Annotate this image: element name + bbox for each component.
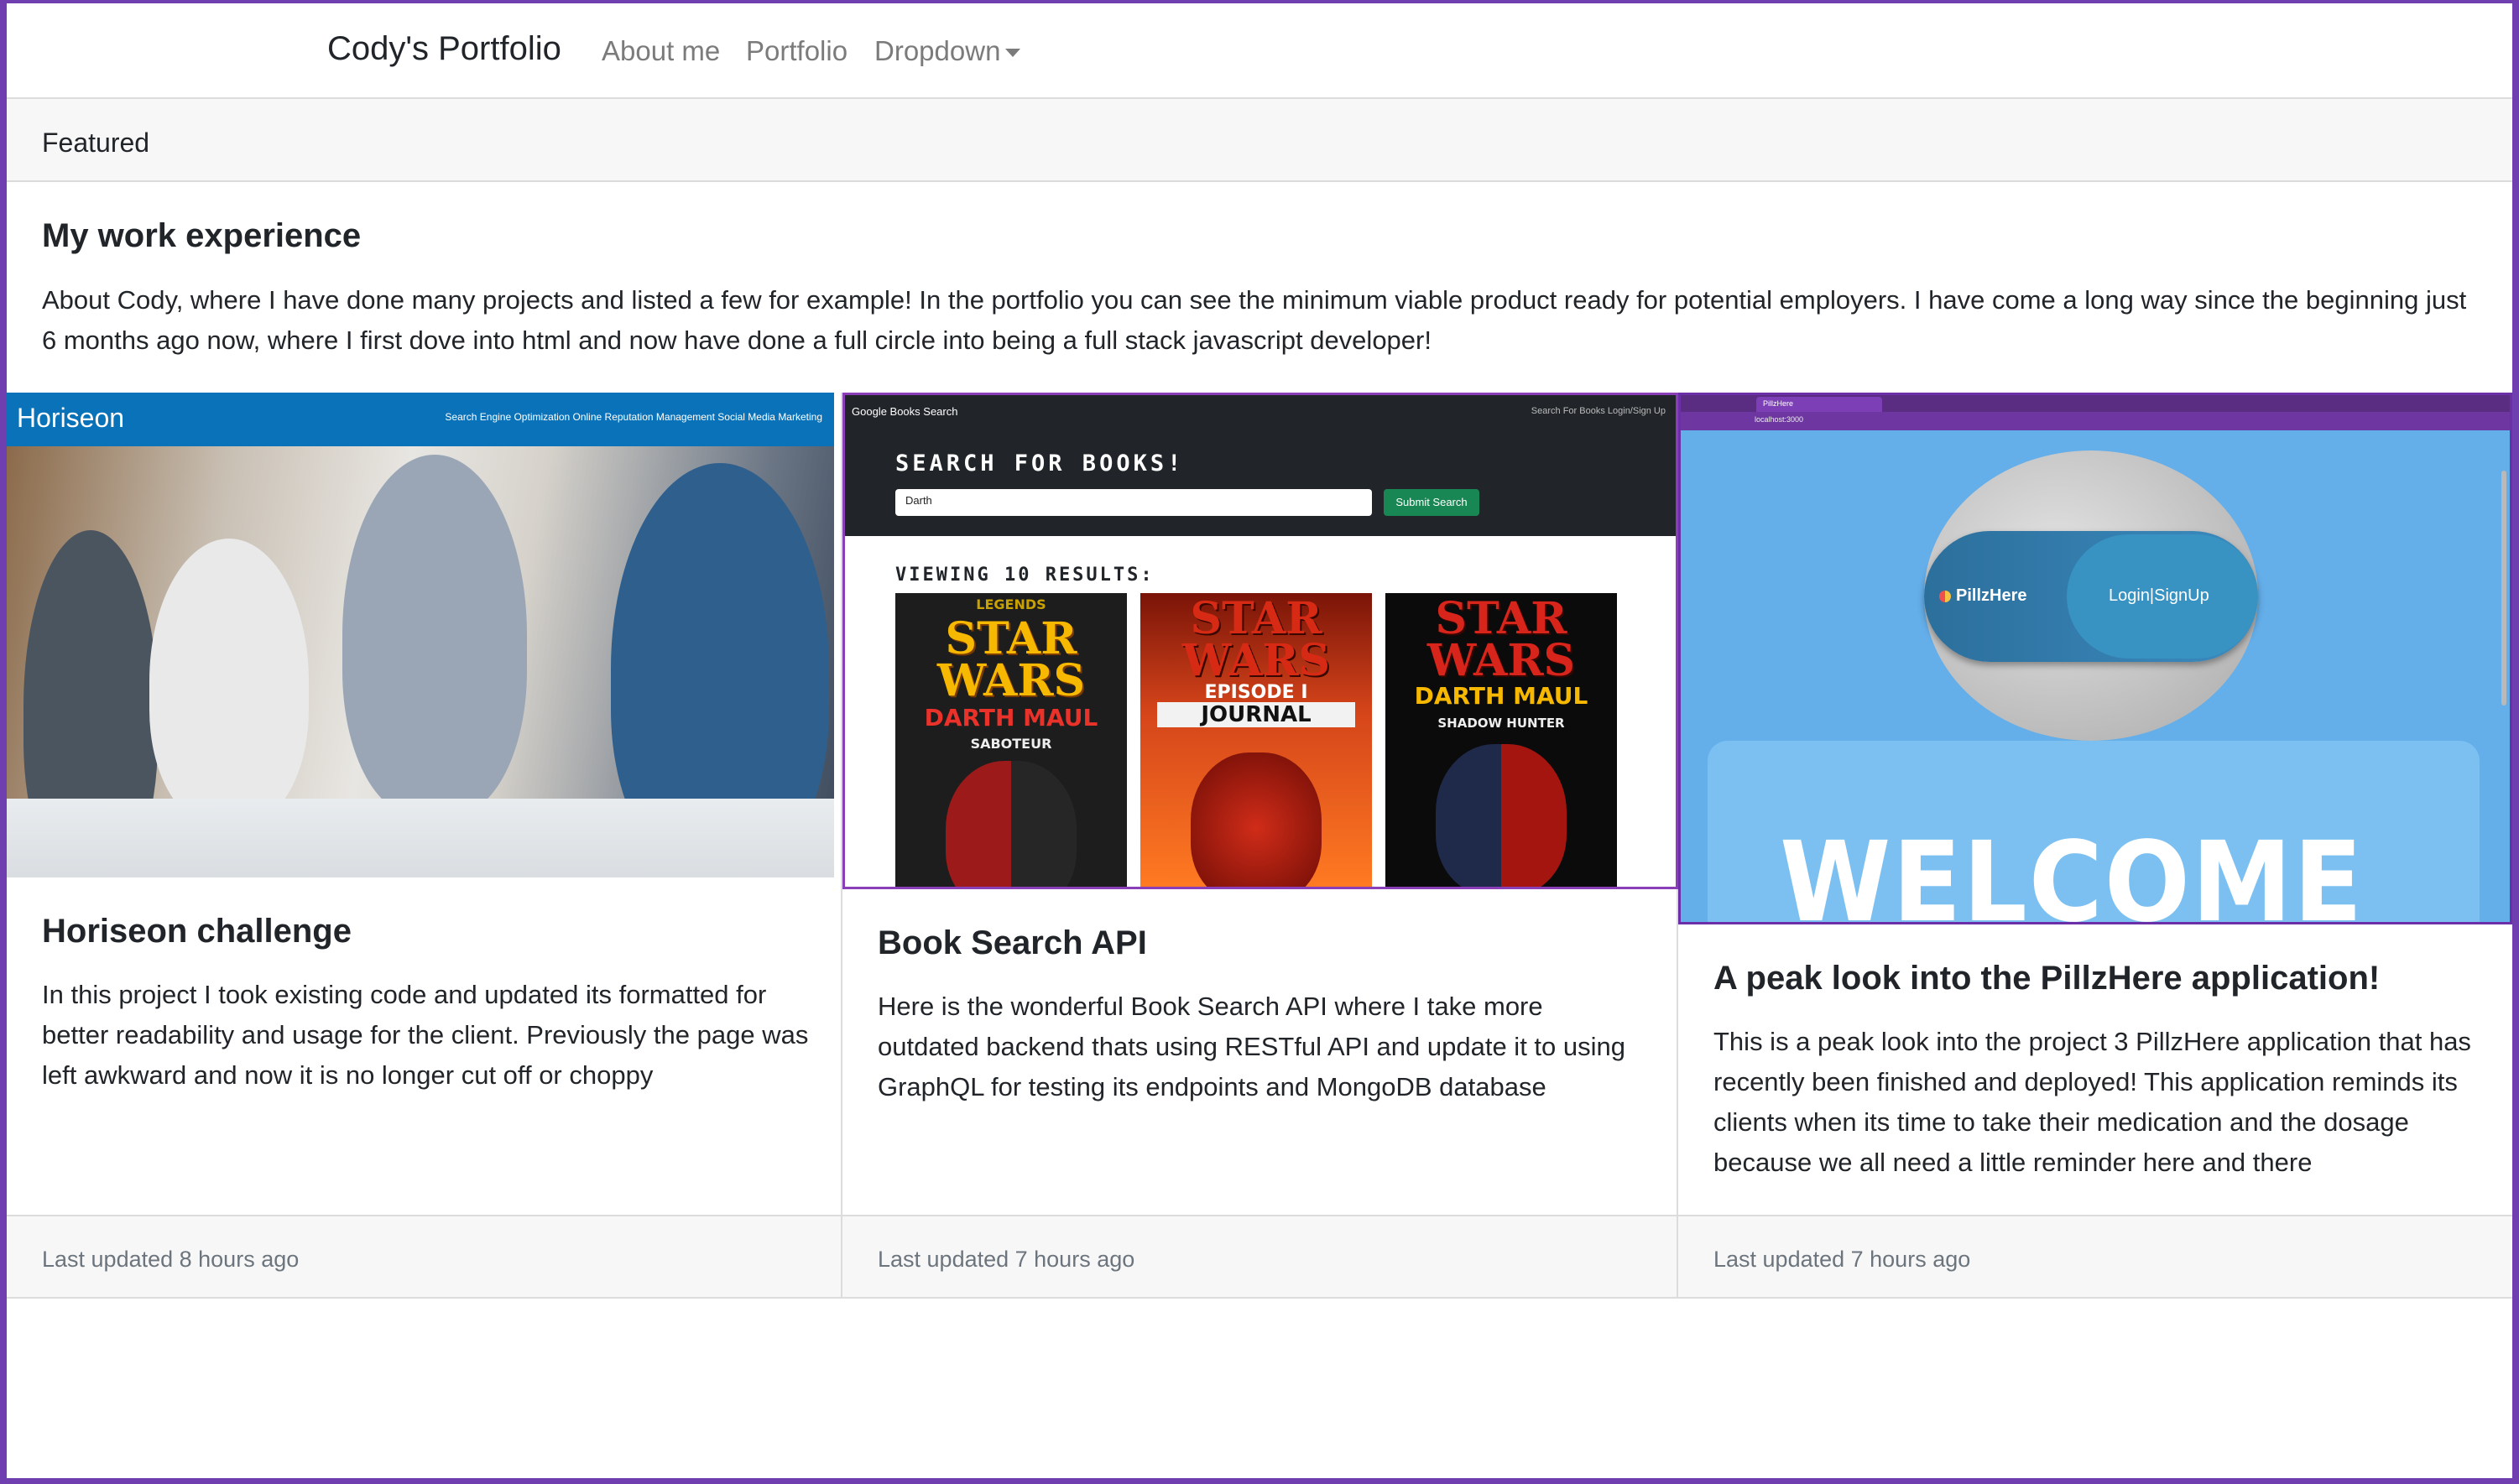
card-title: Horiseon challenge: [42, 913, 352, 950]
card-title: A peak look into the PillzHere applicati…: [1713, 960, 2381, 997]
books-results-label: VIEWING 10 RESULTS:: [895, 565, 1155, 586]
card-text: This is a peak look into the project 3 P…: [1713, 1027, 2471, 1177]
pillz-scrollbar: [2501, 471, 2506, 706]
cover-title: STAR WARS: [936, 613, 1086, 706]
book-cover: LEGENDS STAR WARS DARTH MAUL SABOTEUR: [895, 593, 1127, 887]
nav-link-about-me[interactable]: About me: [602, 35, 720, 67]
pillz-logo-text: PillzHere: [1956, 586, 2027, 605]
caret-down-icon: [1005, 49, 1021, 58]
pillz-welcome-text: WELCOME: [1780, 819, 2365, 924]
books-submit-button: Submit Search: [1384, 489, 1479, 516]
horiseon-nav: Search Engine Optimization Online Reputa…: [445, 411, 822, 423]
horiseon-hero-photo: [7, 446, 834, 877]
card-title: Book Search API: [878, 924, 1147, 961]
cover-title: STAR WARS: [1426, 593, 1576, 686]
cover-art: [946, 761, 1077, 887]
navbar: Cody's Portfolio About me Portfolio Drop…: [7, 3, 2512, 97]
last-updated: Last updated 8 hours ago: [42, 1247, 300, 1272]
last-updated: Last updated 7 hours ago: [1713, 1247, 1971, 1272]
cover-subtitle: DARTH MAUL: [924, 704, 1098, 732]
card-footer: Last updated 8 hours ago: [7, 1215, 841, 1299]
cover-art: [1191, 752, 1322, 887]
books-app-name: Google Books Search: [852, 405, 958, 418]
card-footer: Last updated 7 hours ago: [1678, 1215, 2512, 1299]
featured-header-label: Featured: [42, 128, 150, 158]
horiseon-logo: Horiseon: [17, 403, 125, 433]
project-card-book-search: Google Books Search Search For Books Log…: [842, 393, 1678, 1299]
horiseon-screenshot[interactable]: Horiseon Search Engine Optimization Onli…: [7, 393, 834, 877]
cover-extra: SHADOW HUNTER: [1437, 716, 1565, 731]
cover-subtitle: JOURNAL: [1157, 702, 1355, 727]
project-card-pillzhere: PillzHere localhost:3000 PillzHere Login…: [1678, 393, 2512, 1299]
work-experience-title: My work experience: [42, 217, 362, 254]
books-navbar: Google Books Search Search For Books Log…: [845, 395, 1676, 429]
cover-extra: SABOTEUR: [970, 736, 1052, 752]
card-text: In this project I took existing code and…: [42, 980, 809, 1090]
horiseon-header: Horiseon Search Engine Optimization Onli…: [7, 393, 834, 446]
book-search-screenshot[interactable]: Google Books Search Search For Books Log…: [842, 393, 1678, 889]
last-updated: Last updated 7 hours ago: [878, 1247, 1135, 1272]
book-cover: STAR WARS DARTH MAUL SHADOW HUNTER: [1385, 593, 1617, 887]
cover-top: LEGENDS: [976, 596, 1046, 612]
pillz-page: PillzHere Login|SignUp WELCOME: [1681, 430, 2510, 924]
pillz-logo: PillzHere: [1939, 586, 2026, 606]
brand-link[interactable]: Cody's Portfolio: [327, 30, 561, 68]
card-footer: Last updated 7 hours ago: [842, 1215, 1677, 1299]
photo-person: [149, 539, 309, 824]
book-cover: STAR WARS EPISODE I JOURNAL: [1140, 593, 1372, 887]
pillz-browser-tabbar: PillzHere: [1681, 395, 2510, 412]
cover-subtitle: DARTH MAUL: [1414, 682, 1588, 710]
books-search-input: Darth: [895, 489, 1372, 516]
project-card-horiseon: Horiseon Search Engine Optimization Onli…: [7, 393, 842, 1299]
nav-dropdown-label: Dropdown: [874, 35, 1001, 66]
pill-icon: [1939, 590, 1951, 602]
nav-dropdown-toggle[interactable]: Dropdown: [874, 35, 1021, 67]
nav-link-portfolio[interactable]: Portfolio: [746, 35, 847, 67]
pillz-browser-tab: PillzHere: [1756, 397, 1882, 412]
featured-header: Featured: [7, 97, 2512, 182]
cover-art: [1436, 744, 1567, 887]
photo-table: [7, 799, 834, 877]
cover-top: STAR WARS: [1181, 593, 1331, 686]
work-experience-text: About Cody, where I have done many proje…: [42, 285, 2467, 355]
pillz-address-bar: localhost:3000: [1681, 412, 2510, 430]
pillz-url: localhost:3000: [1755, 415, 1804, 424]
pillzhere-screenshot[interactable]: PillzHere localhost:3000 PillzHere Login…: [1678, 393, 2512, 924]
pillz-login-link: Login|SignUp: [2109, 586, 2209, 605]
books-search-hero: SEARCH FOR BOOKS! Darth Submit Search: [845, 429, 1676, 536]
card-text: Here is the wonderful Book Search API wh…: [878, 992, 1625, 1101]
photo-person: [342, 455, 527, 815]
books-nav-links: Search For Books Login/Sign Up: [1531, 406, 1666, 416]
cover-title: EPISODE I: [1204, 682, 1308, 703]
books-heading: SEARCH FOR BOOKS!: [895, 450, 1185, 476]
browser-viewport: Cody's Portfolio About me Portfolio Drop…: [7, 3, 2512, 1478]
